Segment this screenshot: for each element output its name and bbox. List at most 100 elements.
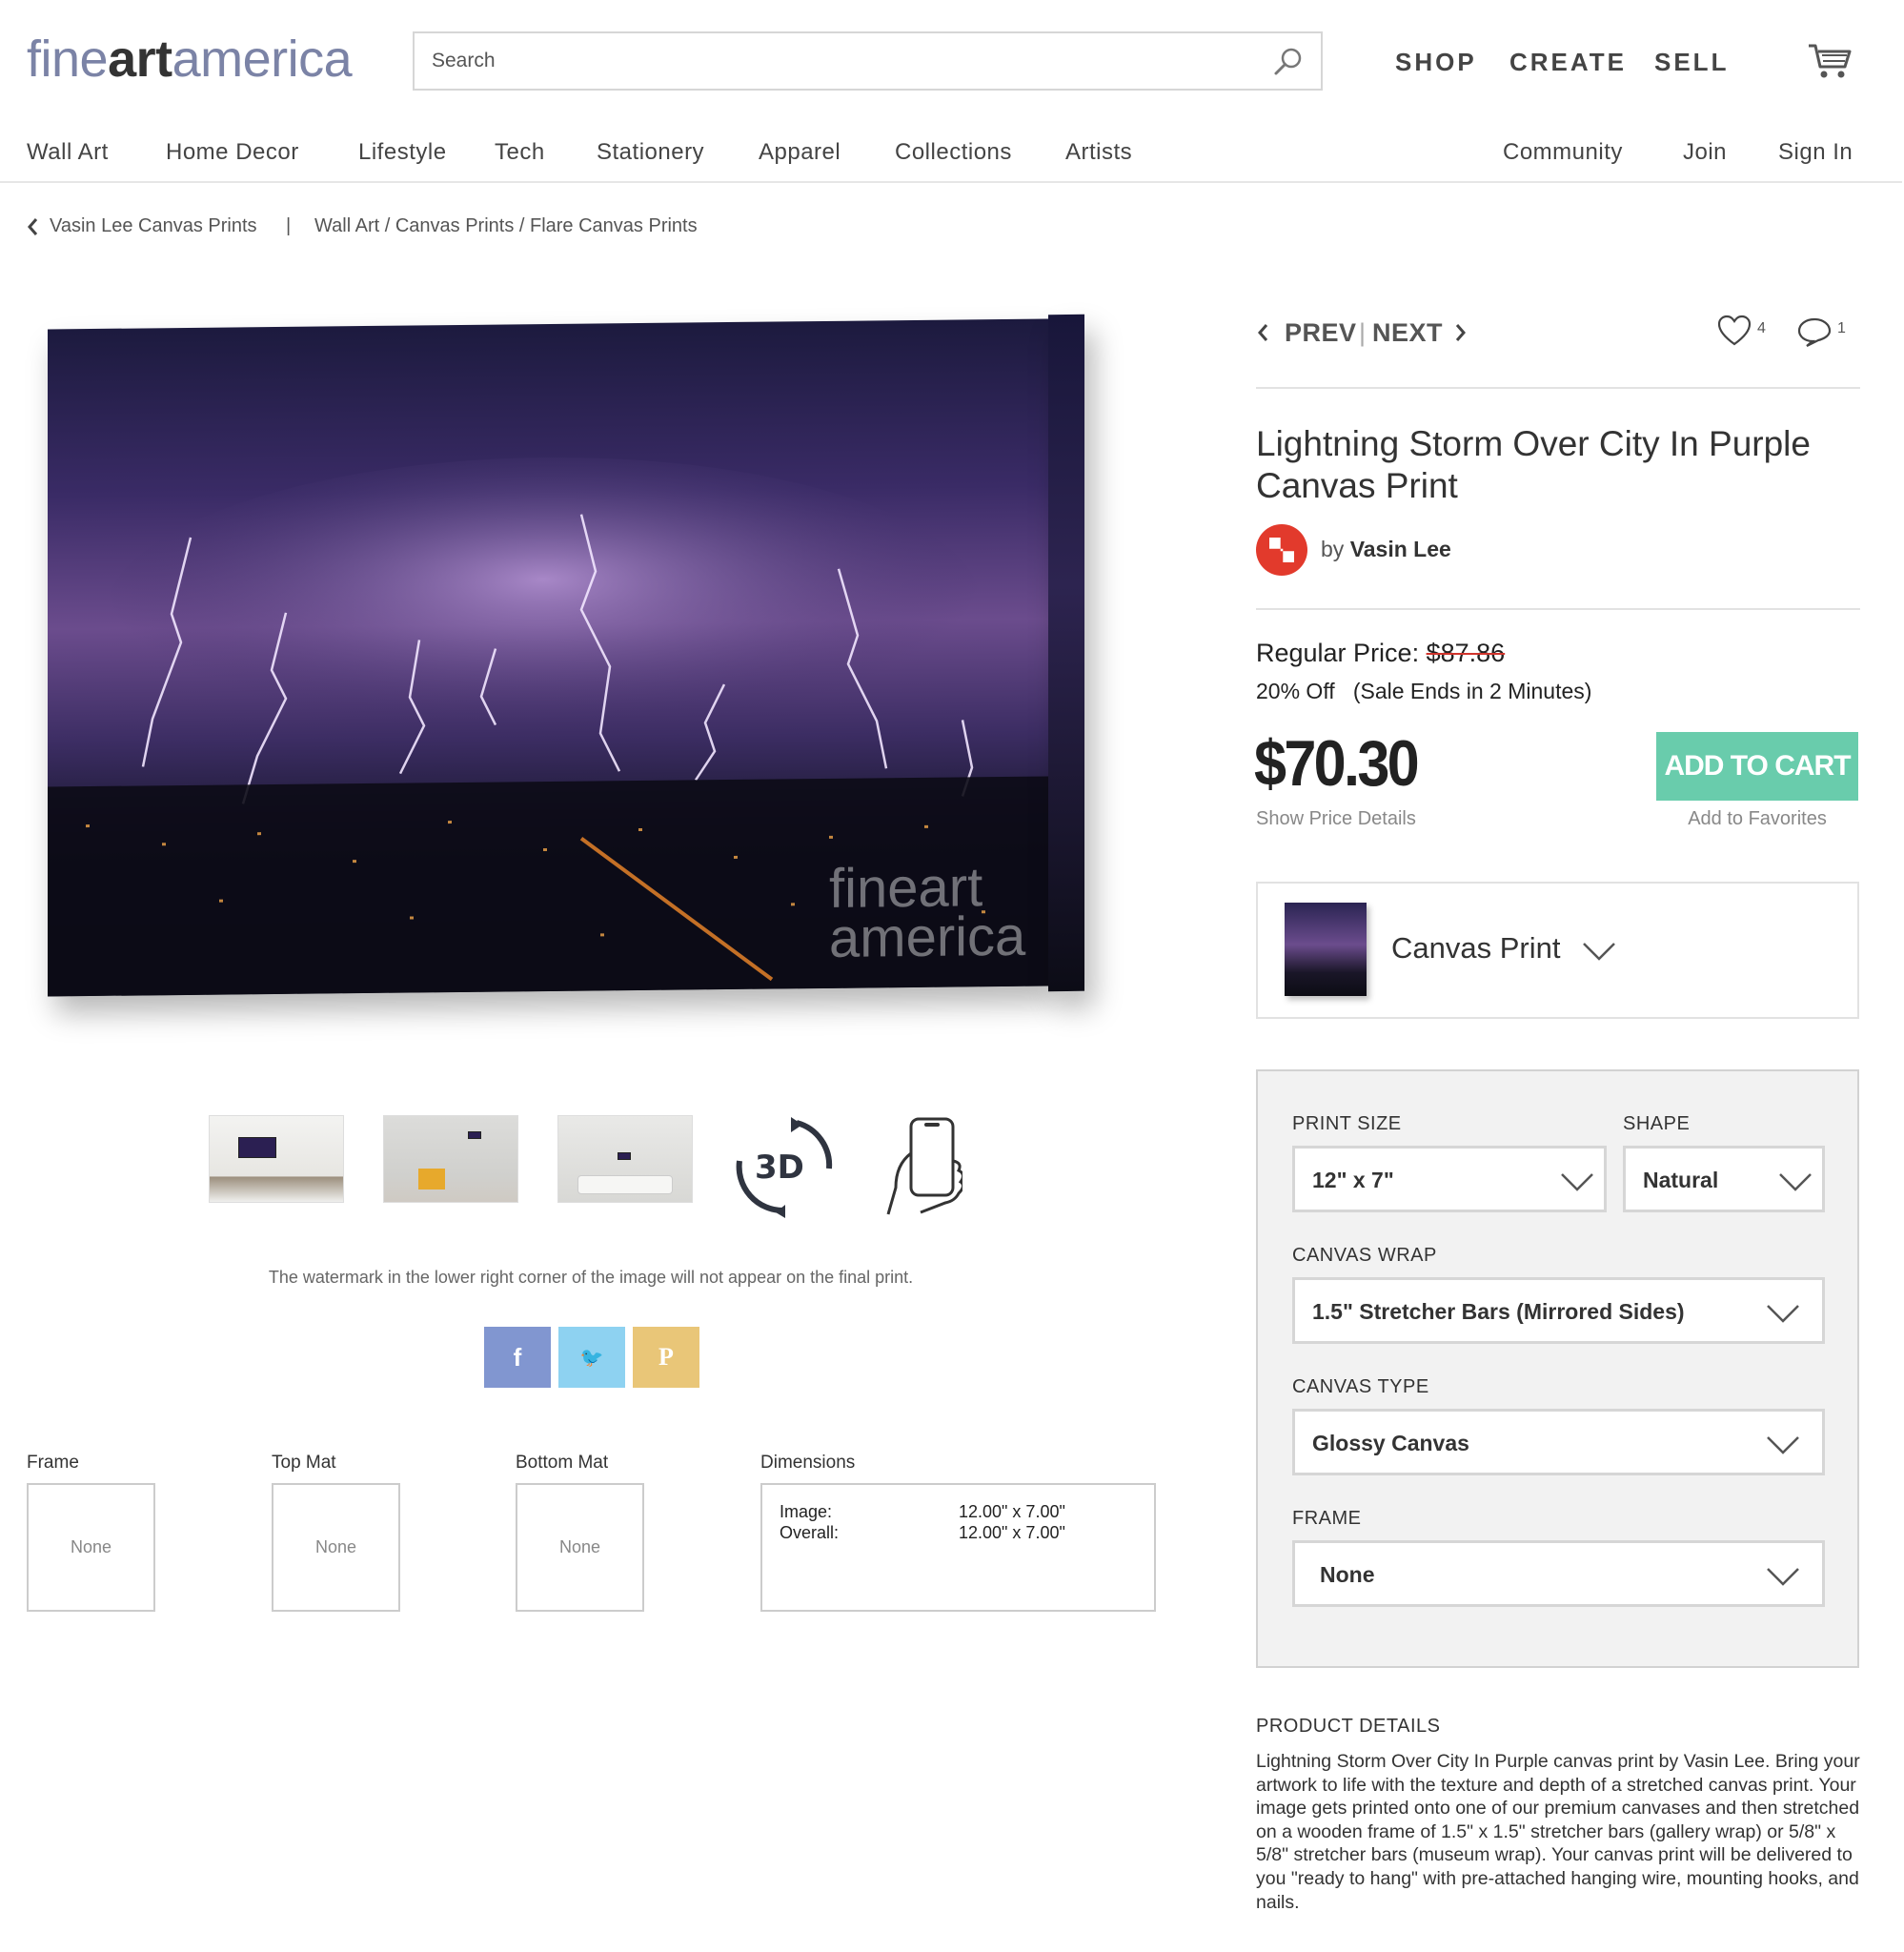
by-label: by <box>1321 537 1345 561</box>
share-twitter-button[interactable]: 🐦 <box>558 1327 625 1388</box>
dim-image-value: 12.00" x 7.00" <box>959 1502 1065 1521</box>
nav-create-link[interactable]: CREATE <box>1509 48 1627 77</box>
prev-link[interactable]: PREV <box>1285 318 1357 348</box>
catnav-item-tech[interactable]: Tech <box>495 139 545 166</box>
bottom-mat-value: None <box>558 1537 601 1556</box>
regular-price-label: Regular Price: <box>1256 639 1420 667</box>
product-details-text: Lightning Storm Over City In Purple canv… <box>1256 1751 1860 1913</box>
print-options-panel: PRINT SIZE SHAPE 12" x 7" Natural CANVAS… <box>1256 1069 1859 1668</box>
view-3d-icon[interactable]: 3D <box>730 1115 835 1218</box>
print-size-select[interactable]: 12" x 7" <box>1292 1146 1607 1212</box>
discount-text: 20% Off (Sale Ends in 2 Minutes) <box>1256 679 1592 703</box>
search-input[interactable] <box>415 33 1253 89</box>
room-view-thumbnail-3[interactable] <box>557 1115 693 1203</box>
image-watermark: fineart america <box>829 856 1026 969</box>
comments-count: 1 <box>1837 320 1846 336</box>
dimensions-label: Dimensions <box>760 1453 856 1473</box>
watermark-note: The watermark in the lower right corner … <box>268 1268 914 1287</box>
svg-text:3D: 3D <box>755 1149 804 1187</box>
chevron-down-icon <box>1767 1436 1799 1454</box>
canvas-side <box>1048 314 1084 992</box>
canvas-type-select[interactable]: Glossy Canvas <box>1292 1409 1825 1475</box>
bottom-mat-label: Bottom Mat <box>516 1453 609 1473</box>
comment-icon[interactable] <box>1797 316 1832 347</box>
frame-select[interactable]: None <box>1292 1540 1825 1607</box>
catnav-item-collections[interactable]: Collections <box>895 139 1012 166</box>
top-mat-label: Top Mat <box>272 1453 336 1473</box>
sale-price: $70.30 <box>1254 727 1420 800</box>
add-to-cart-button[interactable]: ADD TO CART <box>1656 732 1858 801</box>
bottom-mat-box[interactable]: None <box>516 1483 644 1612</box>
add-to-favorites-link[interactable]: Add to Favorites <box>1656 808 1858 830</box>
canvas-wrap-label: CANVAS WRAP <box>1292 1245 1437 1266</box>
pinterest-icon: P <box>658 1343 674 1371</box>
shape-label: SHAPE <box>1623 1113 1691 1134</box>
mini-print <box>238 1137 276 1158</box>
header-divider <box>0 181 1902 183</box>
product-image[interactable]: fineart america <box>48 314 1084 997</box>
catnav-item-apparel[interactable]: Apparel <box>759 139 841 166</box>
regular-price-value: $87.86 <box>1426 639 1506 667</box>
join-link[interactable]: Join <box>1683 139 1727 166</box>
room-view-thumbnail-1[interactable] <box>209 1115 344 1203</box>
catnav-item-home-decor[interactable]: Home Decor <box>166 139 299 166</box>
dim-overall-value: 12.00" x 7.00" <box>959 1523 1065 1542</box>
print-size-value: 12" x 7" <box>1312 1168 1394 1192</box>
nav-sell-link[interactable]: SELL <box>1654 48 1729 77</box>
next-link[interactable]: NEXT <box>1372 318 1443 348</box>
canvas-type-value: Glossy Canvas <box>1312 1431 1469 1455</box>
pager-separator: | <box>1359 318 1367 347</box>
share-facebook-button[interactable]: f <box>484 1327 551 1388</box>
breadcrumb-path[interactable]: Wall Art / Canvas Prints / Flare Canvas … <box>314 215 698 237</box>
regular-price-line: Regular Price: $87.86 <box>1256 639 1505 668</box>
frame-summary-box[interactable]: None <box>27 1483 155 1612</box>
dimensions-box: Image: 12.00" x 7.00" Overall: 12.00" x … <box>760 1483 1156 1612</box>
product-type-selector[interactable]: Canvas Print <box>1256 882 1859 1019</box>
chevron-down-icon <box>1561 1173 1593 1191</box>
cart-icon[interactable] <box>1807 42 1853 80</box>
logo-suffix: america <box>172 30 353 88</box>
show-price-details-link[interactable]: Show Price Details <box>1256 808 1416 830</box>
chevron-left-icon[interactable] <box>1256 322 1269 343</box>
room-view-thumbnail-2[interactable] <box>383 1115 518 1203</box>
nav-shop-link[interactable]: SHOP <box>1395 48 1477 77</box>
catnav-item-artists[interactable]: Artists <box>1065 139 1132 166</box>
heart-icon[interactable] <box>1717 315 1752 347</box>
watermark-line2: america <box>829 905 1026 969</box>
catnav-item-lifestyle[interactable]: Lifestyle <box>358 139 447 166</box>
print-size-label: PRINT SIZE <box>1292 1113 1402 1134</box>
logo-bold: art <box>108 30 172 88</box>
artist-name-link[interactable]: Vasin Lee <box>1350 537 1451 561</box>
canvas-type-label: CANVAS TYPE <box>1292 1376 1429 1397</box>
share-pinterest-button[interactable]: P <box>633 1327 699 1388</box>
chevron-right-icon[interactable] <box>1454 322 1468 343</box>
artist-avatar[interactable] <box>1256 524 1307 576</box>
community-link[interactable]: Community <box>1503 139 1623 166</box>
page: fineartamerica SHOP CREATE SELL Wall Art… <box>0 0 1904 1952</box>
likes-count: 4 <box>1757 320 1766 336</box>
artist-byline: by Vasin Lee <box>1321 537 1451 562</box>
canvas-wrap-select[interactable]: 1.5" Stretcher Bars (Mirrored Sides) <box>1292 1277 1825 1344</box>
breadcrumb-back-link[interactable]: Vasin Lee Canvas Prints <box>50 215 257 237</box>
canvas-wrap-value: 1.5" Stretcher Bars (Mirrored Sides) <box>1312 1299 1685 1324</box>
dim-image-label: Image: <box>780 1502 833 1521</box>
divider <box>1256 387 1860 389</box>
chevron-down-icon <box>1767 1568 1799 1586</box>
chevron-left-icon[interactable] <box>27 217 38 236</box>
phone-ar-icon[interactable] <box>882 1115 962 1218</box>
search-icon[interactable] <box>1273 47 1304 77</box>
site-logo[interactable]: fineartamerica <box>27 30 353 88</box>
top-mat-box[interactable]: None <box>272 1483 400 1612</box>
product-details-heading: PRODUCT DETAILS <box>1256 1716 1441 1737</box>
catnav-item-stationery[interactable]: Stationery <box>597 139 704 166</box>
frame-option-label: FRAME <box>1292 1508 1362 1529</box>
breadcrumb-separator: | <box>286 215 292 236</box>
frame-summary-value: None <box>70 1537 112 1556</box>
mini-print <box>468 1131 481 1139</box>
mini-print <box>618 1152 631 1160</box>
shape-select[interactable]: Natural <box>1623 1146 1825 1212</box>
search-bar <box>413 31 1323 91</box>
sign-in-link[interactable]: Sign In <box>1778 139 1853 166</box>
catnav-item-wall-art[interactable]: Wall Art <box>27 139 109 166</box>
logo-prefix: fine <box>27 30 109 88</box>
